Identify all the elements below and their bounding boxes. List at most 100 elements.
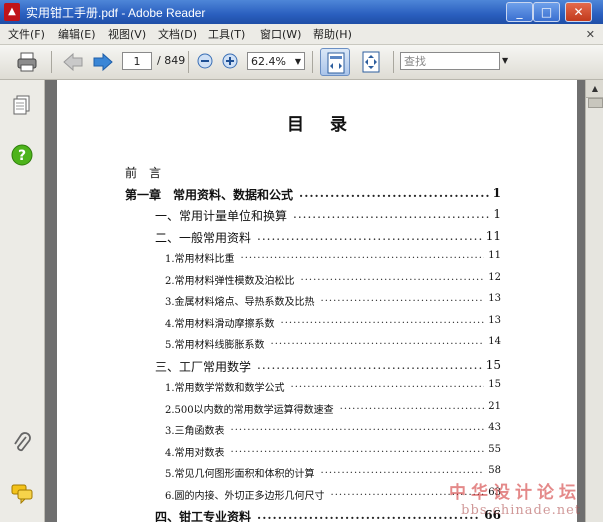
pages-icon[interactable] <box>11 94 33 116</box>
close-button[interactable]: ✕ <box>565 2 592 22</box>
previous-page-icon[interactable] <box>62 51 84 73</box>
toolbar-separator <box>393 51 394 73</box>
toc-entry-page: 11 <box>488 250 501 261</box>
fit-width-button[interactable] <box>320 48 350 76</box>
menu-file[interactable]: 文件(F) <box>8 26 45 42</box>
toc-entry-label: 4.常用材料滑动摩擦系数 <box>165 318 275 330</box>
toc-leader-dots: ........................................… <box>240 250 485 261</box>
toc-entry-label: 3.三角函数表 <box>165 426 225 437</box>
toolbar-separator <box>51 51 52 73</box>
toc-entry-page: 58 <box>488 465 501 476</box>
toc-entry: 5.常用材料线膨胀系数.............................… <box>165 336 501 354</box>
chevron-down-icon: ▼ <box>294 57 301 66</box>
toolbar-separator <box>188 51 189 73</box>
toc-entry-label: 5.常见几何图形面积和体积的计算 <box>165 469 315 480</box>
toc-entry-label: 第一章 常用资料、数据和公式 <box>125 187 294 202</box>
toc-leader-dots: ........................................… <box>257 228 482 243</box>
toc-entry: 2.500以内数的常用数学运算得数速查.....................… <box>165 401 501 419</box>
toc-entry-label: 5.常用材料线膨胀系数 <box>165 340 265 351</box>
page-heading: 目录 <box>287 115 373 135</box>
title-bar: ▲ 实用钳工手册.pdf - Adobe Reader _ □ ✕ <box>0 0 603 24</box>
menu-view[interactable]: 视图(V) <box>108 26 146 42</box>
toc-entry-label: 2.常用材料弹性模数及泊松比 <box>165 275 295 287</box>
toc-entry: 3.三角函数表.................................… <box>165 422 501 440</box>
watermark-title: 中华设计论坛 <box>449 483 581 503</box>
toc-entry-page: 55 <box>488 443 501 455</box>
toc-entry-page: 21 <box>488 400 501 412</box>
menu-edit[interactable]: 编辑(E) <box>58 26 96 42</box>
svg-text:?: ? <box>18 148 26 164</box>
toolbar-separator <box>312 51 313 73</box>
toc-entry-label: 4.常用对数表 <box>165 447 225 459</box>
toc-entry: 前 言 <box>125 164 501 182</box>
navigation-pane: ? <box>0 80 45 522</box>
menu-bar: 文件(F) 编辑(E) 视图(V) 文档(D) 工具(T) 窗口(W) 帮助(H… <box>0 24 603 45</box>
search-input[interactable]: 查找 <box>400 52 500 70</box>
toolbar: 1 / 849 62.4% ▼ 查找 ▼ <box>0 45 603 80</box>
toc-entry-label: 前 言 <box>125 166 162 180</box>
toc-entry-label: 一、常用计量单位和换算 <box>155 209 288 223</box>
toc-entry: 3.金属材料熔点、导热系数及比热........................… <box>165 293 501 311</box>
menu-window[interactable]: 窗口(W) <box>260 26 301 42</box>
toc-entry: 一、常用计量单位和换算.............................… <box>155 207 501 225</box>
fit-page-button[interactable] <box>356 48 386 76</box>
pdf-page: 目录 前 言第一章 常用资料、数据和公式....................… <box>57 80 577 522</box>
toc-entry-page: 1 <box>492 185 501 200</box>
page-total: / 849 <box>157 54 186 67</box>
scroll-up-button[interactable]: ▲ <box>586 80 603 98</box>
comments-icon[interactable] <box>11 482 33 504</box>
toc-entry: 1.常用材料比重................................… <box>165 250 501 268</box>
toc-leader-dots: ........................................… <box>320 293 485 304</box>
toc-leader-dots: ........................................… <box>300 271 485 283</box>
maximize-button[interactable]: □ <box>533 2 560 22</box>
toc-leader-dots: ........................................… <box>299 185 489 200</box>
help-icon[interactable]: ? <box>11 144 33 166</box>
adobe-reader-icon: ▲ <box>4 3 20 21</box>
zoom-level-select[interactable]: 62.4% ▼ <box>247 52 305 70</box>
toc-leader-dots: ........................................… <box>293 207 489 221</box>
toc-leader-dots: ........................................… <box>290 379 485 390</box>
close-document-icon[interactable]: ✕ <box>586 28 595 41</box>
watermark: 中华设计论坛 bbs.chinade.net <box>449 478 581 518</box>
search-dropdown-icon[interactable]: ▼ <box>502 56 508 65</box>
scroll-thumb[interactable] <box>588 98 603 108</box>
zoom-in-icon[interactable] <box>221 52 239 70</box>
vertical-scrollbar[interactable]: ▲ <box>585 80 603 522</box>
toc-entry-label: 1.常用数学常数和数学公式 <box>165 383 285 394</box>
toc-leader-dots: ........................................… <box>280 314 485 326</box>
minimize-button[interactable]: _ <box>506 2 533 22</box>
menu-tools[interactable]: 工具(T) <box>208 26 245 42</box>
page-number-input[interactable]: 1 <box>122 52 152 70</box>
attachments-icon[interactable] <box>11 432 33 454</box>
print-icon[interactable] <box>16 51 38 73</box>
next-page-icon[interactable] <box>92 51 114 73</box>
toc-leader-dots: ........................................… <box>230 443 485 455</box>
toc-leader-dots: ........................................… <box>257 508 480 522</box>
menu-document[interactable]: 文档(D) <box>158 26 197 42</box>
toc-entry-page: 14 <box>488 336 501 347</box>
zoom-out-icon[interactable] <box>196 52 214 70</box>
fit-page-icon <box>362 51 380 73</box>
toc-entry-page: 43 <box>488 422 501 433</box>
watermark-url: bbs.chinade.net <box>461 503 581 518</box>
toc-entry: 4.常用材料滑动摩擦系数............................… <box>165 315 501 333</box>
toc-leader-dots: ........................................… <box>230 422 485 433</box>
toc-entry: 2.常用材料弹性模数及泊松比..........................… <box>165 272 501 290</box>
toc-entry-page: 15 <box>488 379 501 390</box>
toc-entry: 二、一般常用资料................................… <box>155 229 501 247</box>
fit-width-icon <box>327 52 345 74</box>
document-area[interactable]: 目录 前 言第一章 常用资料、数据和公式....................… <box>45 80 585 522</box>
window-title: 实用钳工手册.pdf - Adobe Reader <box>26 6 206 20</box>
toc-entry-label: 1.常用材料比重 <box>165 254 235 265</box>
toc-leader-dots: ........................................… <box>320 465 485 476</box>
toc-leader-dots: ........................................… <box>270 336 485 347</box>
toc-entry-page: 13 <box>488 314 501 326</box>
toc-entry-page: 12 <box>488 271 501 283</box>
toc-entry-page: 13 <box>488 293 501 304</box>
toc-entry-page: 11 <box>485 228 501 243</box>
toc-leader-dots: ........................................… <box>339 400 485 412</box>
toc-entry-label: 3.金属材料熔点、导热系数及比热 <box>165 297 315 308</box>
menu-help[interactable]: 帮助(H) <box>313 26 352 42</box>
toc-entry: 4.常用对数表.................................… <box>165 444 501 462</box>
toc-leader-dots: ........................................… <box>257 357 482 372</box>
